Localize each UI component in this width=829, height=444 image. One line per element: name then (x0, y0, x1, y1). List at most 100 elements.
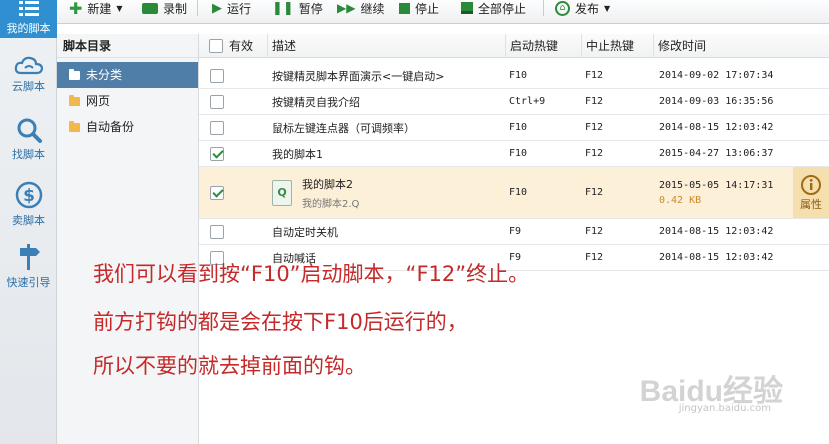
script-description: 我的脚本2 (302, 177, 353, 191)
tree-item-label: 自动备份 (86, 120, 135, 134)
stop-hotkey: F12 (585, 70, 604, 81)
stop-icon (399, 2, 410, 14)
enabled-checkbox[interactable] (210, 120, 224, 135)
stop-hotkey: F12 (585, 252, 604, 263)
divider (543, 0, 544, 16)
table-row-selected[interactable]: Q 我的脚本2 我的脚本2.Q F10 F12 2015-05-05 14:17… (199, 167, 829, 219)
pause-label: 暂停 (298, 1, 323, 16)
toolbar: ✚ 新建 ▼ 录制 ▶ 运行 ❚❚ 暂停 ▶▶ 继续 停止 全部停止 ⌂ 发布 … (57, 0, 829, 24)
nav-cloud-scripts[interactable]: 云脚本 (0, 54, 57, 94)
modified-time: 2015-05-05 14:17:31 (659, 179, 774, 191)
header-enabled[interactable]: 有效 (199, 34, 259, 58)
script-description: 鼠标左键连点器（可调频率） (272, 121, 415, 135)
resume-label: 继续 (360, 1, 385, 16)
annotation-line-3: 所以不要的就去掉前面的钩。 (93, 354, 366, 378)
info-icon (801, 174, 821, 195)
script-directory-panel: 脚本目录 未分类 网页 自动备份 (57, 34, 199, 444)
nav-find-scripts[interactable]: 找脚本 (0, 116, 57, 162)
header-description[interactable]: 描述 (267, 34, 505, 58)
script-description: 按键精灵自我介绍 (272, 95, 360, 109)
enabled-checkbox[interactable] (210, 94, 224, 109)
record-button[interactable]: 录制 (142, 0, 187, 16)
annotation-line-2: 前方打钩的都是会在按下F10后运行的， (93, 310, 468, 334)
nav-label: 我的脚本 (6, 22, 51, 35)
table-row[interactable]: 按键精灵脚本界面演示<一键启动> F10 F12 2014-09-02 17:0… (199, 63, 829, 89)
tree-item-label: 网页 (86, 94, 111, 108)
run-button[interactable]: ▶ 运行 (212, 0, 251, 16)
select-all-checkbox[interactable] (209, 39, 223, 53)
nav-sell-scripts[interactable]: $ 卖脚本 (0, 180, 57, 228)
panel-title: 脚本目录 (57, 34, 198, 58)
script-description: 自动定时关机 (272, 225, 338, 239)
home-icon: ⌂ (555, 0, 570, 16)
new-button[interactable]: ✚ 新建 ▼ (69, 0, 123, 18)
start-hotkey: Ctrl+9 (509, 96, 546, 107)
script-file-icon: Q (272, 179, 292, 206)
new-label: 新建 (87, 1, 112, 16)
table-row[interactable]: 我的脚本1 F10 F12 2015-04-27 13:06:37 (199, 141, 829, 167)
run-label: 运行 (227, 1, 252, 16)
modified-time: 2015-04-27 13:06:37 (659, 148, 774, 159)
plus-icon: ✚ (69, 0, 83, 18)
enabled-checkbox[interactable] (210, 185, 224, 200)
start-hotkey: F10 (509, 148, 528, 159)
resume-button[interactable]: ▶▶ 继续 (337, 0, 384, 16)
nav-my-scripts[interactable]: 我的脚本 (0, 0, 57, 38)
list-icon (18, 1, 39, 16)
search-icon (17, 118, 42, 143)
folder-icon (69, 94, 80, 106)
signpost-icon (19, 244, 40, 270)
table-row[interactable]: 自动定时关机 F9 F12 2014-08-15 12:03:42 (199, 219, 829, 245)
video-icon (142, 2, 158, 14)
modified-time: 2014-09-02 17:07:34 (659, 70, 774, 81)
start-hotkey: F10 (509, 70, 528, 81)
enabled-checkbox[interactable] (210, 146, 224, 161)
start-hotkey: F9 (509, 226, 522, 237)
stop-all-icon (461, 2, 473, 14)
stop-hotkey: F12 (585, 226, 604, 237)
modified-time: 2014-08-15 12:03:42 (659, 252, 774, 263)
stop-button[interactable]: 停止 (399, 0, 439, 16)
chevron-down-icon: ▼ (604, 3, 611, 13)
file-size: 0.42 KB (659, 194, 702, 206)
properties-button[interactable]: 属性 (793, 167, 829, 218)
table-header: 有效 描述 启动热键 中止热键 修改时间 (199, 34, 829, 58)
pause-icon: ❚❚ (272, 0, 294, 16)
stop-label: 停止 (415, 1, 440, 16)
cloud-icon (14, 56, 43, 75)
annotation-line-1: 我们可以看到按“F10”启动脚本，“F12”终止。 (93, 262, 530, 286)
script-description: 按键精灵脚本界面演示<一键启动> (272, 69, 445, 83)
nav-label: 找脚本 (12, 148, 45, 161)
tree-item-uncategorized[interactable]: 未分类 (57, 62, 198, 88)
nav-label: 快速引导 (6, 276, 51, 289)
table-row[interactable]: 按键精灵自我介绍 Ctrl+9 F12 2014-09-03 16:35:56 (199, 89, 829, 115)
folder-icon (69, 120, 80, 132)
stop-hotkey: F12 (585, 96, 604, 107)
stop-all-button[interactable]: 全部停止 (461, 0, 526, 16)
tree-item-auto-backup[interactable]: 自动备份 (57, 114, 198, 140)
enabled-checkbox[interactable] (210, 68, 224, 83)
modified-time: 2014-08-15 12:03:42 (659, 226, 774, 237)
table-row[interactable]: 鼠标左键连点器（可调频率） F10 F12 2014-08-15 12:03:4… (199, 115, 829, 141)
script-description: 我的脚本1 (272, 147, 323, 161)
enabled-checkbox[interactable] (210, 224, 224, 239)
modified-time: 2014-09-03 16:35:56 (659, 96, 774, 107)
pause-button[interactable]: ❚❚ 暂停 (272, 0, 323, 16)
left-nav: 我的脚本 云脚本 找脚本 $ 卖脚本 快速引导 (0, 0, 57, 444)
play-icon: ▶ (212, 0, 222, 16)
nav-quick-guide[interactable]: 快速引导 (0, 242, 57, 290)
tree-item-label: 未分类 (86, 68, 123, 82)
stop-all-label: 全部停止 (478, 1, 527, 16)
header-start-hotkey[interactable]: 启动热键 (505, 34, 581, 58)
folder-icon (69, 68, 80, 80)
publish-button[interactable]: ⌂ 发布 ▼ (555, 0, 610, 16)
nav-label: 卖脚本 (12, 214, 45, 227)
nav-label: 云脚本 (12, 80, 45, 93)
header-modified-time[interactable]: 修改时间 (653, 34, 829, 58)
header-stop-hotkey[interactable]: 中止热键 (581, 34, 653, 58)
tree-item-web[interactable]: 网页 (57, 88, 198, 114)
dollar-icon: $ (15, 181, 42, 209)
header-enabled-label: 有效 (229, 39, 254, 53)
svg-text:$: $ (23, 186, 35, 206)
stop-hotkey: F12 (585, 187, 604, 198)
